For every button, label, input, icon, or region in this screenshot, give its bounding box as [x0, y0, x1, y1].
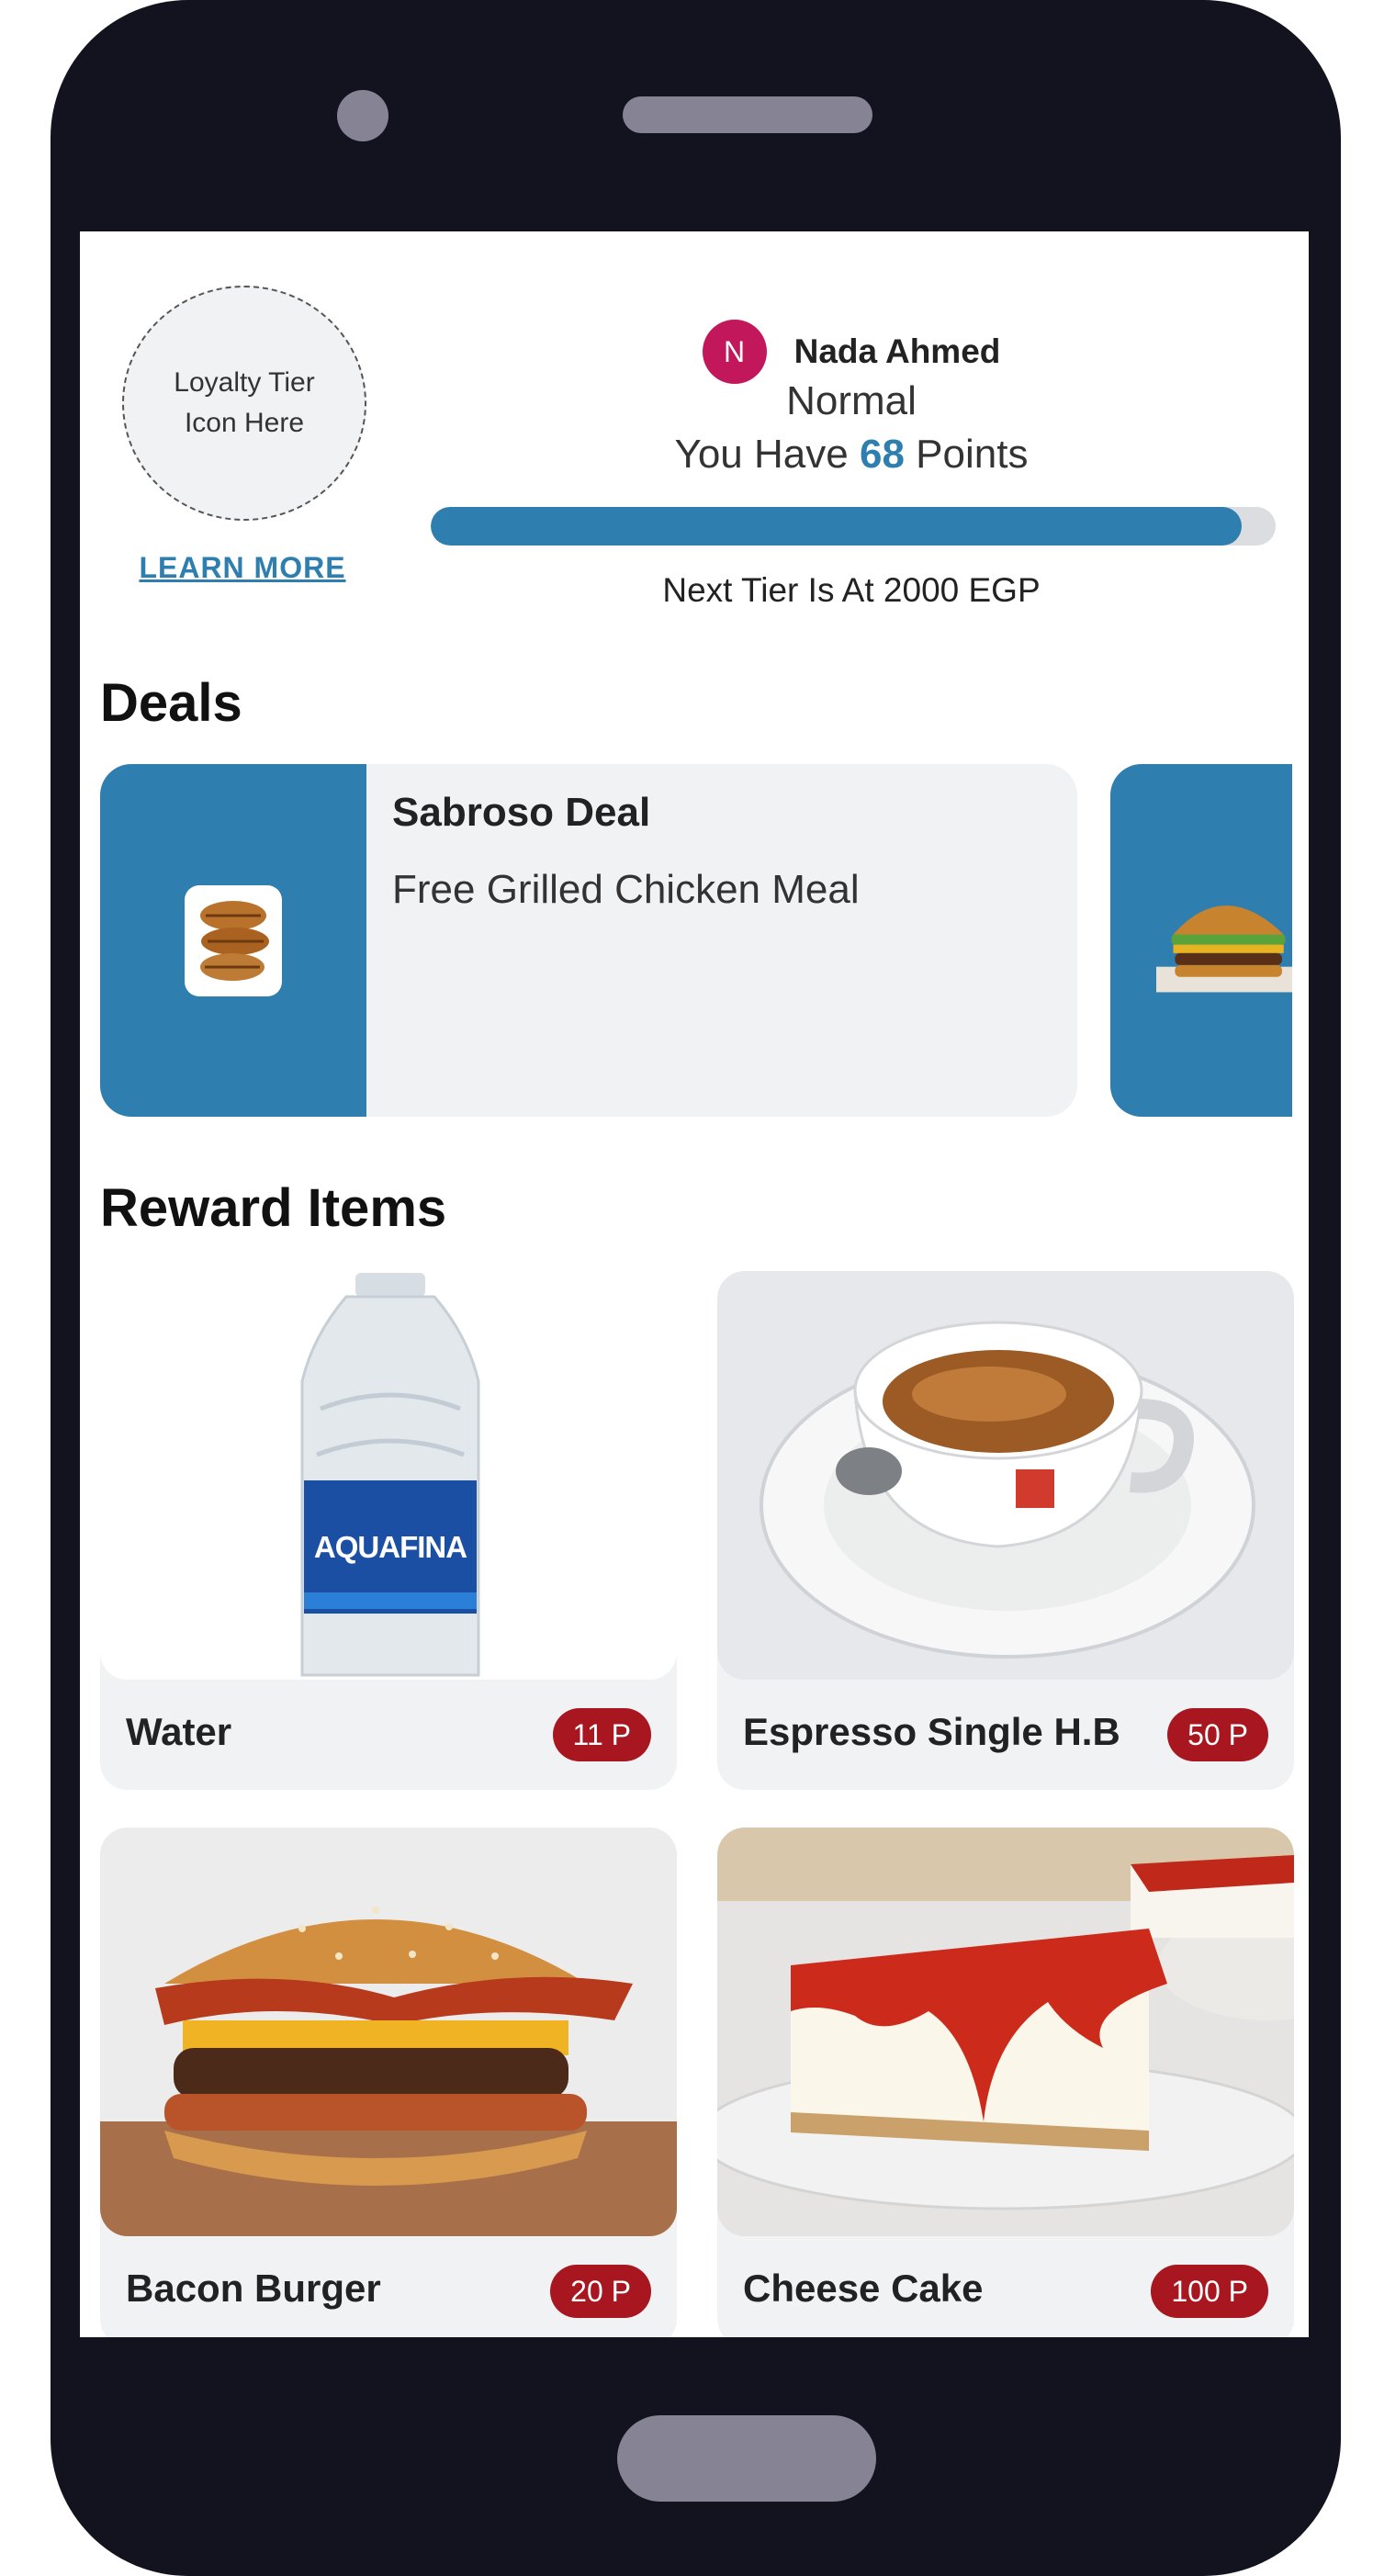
- points-summary: You Have 68 Points: [429, 432, 1274, 478]
- tier-icon-placeholder-text: Loyalty Tier Icon Here: [174, 367, 315, 438]
- bottle-label: AQUAFINA: [313, 1530, 467, 1564]
- burger-image: [1110, 764, 1292, 1117]
- reward-item-name: Bacon Burger: [126, 2267, 381, 2310]
- reward-item-espresso[interactable]: Espresso Single H.B 50 P: [717, 1271, 1294, 1790]
- deal-title: Sabroso Deal: [392, 790, 651, 835]
- reward-item-water[interactable]: AQUAFINA Water 11 P: [100, 1271, 677, 1790]
- bacon-burger-icon: [100, 1828, 677, 2236]
- deals-title: Deals: [100, 673, 242, 733]
- reward-item-price: 20 P: [550, 2265, 651, 2318]
- points-suffix: Points: [916, 432, 1029, 477]
- app-screen: Loyalty Tier Icon Here LEARN MORE N Nada…: [80, 231, 1309, 2337]
- corner-mark-left: [59, 46, 72, 59]
- tier-progress-bar: [431, 507, 1276, 546]
- camera-icon: [337, 90, 388, 141]
- reward-item-bacon-burger[interactable]: Bacon Burger 20 P: [100, 1828, 677, 2337]
- water-bottle-icon: [300, 1273, 480, 1677]
- points-prefix: You Have: [674, 432, 849, 477]
- grilled-chicken-icon: [185, 884, 282, 996]
- espresso-cup-image: [717, 1271, 1294, 1680]
- user-name: Nada Ahmed: [793, 332, 1001, 370]
- home-button[interactable]: [617, 2415, 876, 2502]
- loyalty-tier-icon-placeholder: Loyalty Tier Icon Here: [122, 286, 366, 521]
- next-tier-text: Next Tier Is At 2000 EGP: [662, 571, 1041, 609]
- speaker-icon: [623, 96, 872, 133]
- points-value: 68: [859, 432, 905, 477]
- grilled-chicken-image: [100, 764, 366, 1117]
- bacon-burger-image: [100, 1828, 677, 2236]
- tier-progress-fill: [431, 507, 1243, 546]
- reward-item-cheese-cake[interactable]: Cheese Cake 100 P: [717, 1828, 1294, 2337]
- cheesecake-image: [717, 1828, 1294, 2236]
- reward-item-name: Cheese Cake: [743, 2267, 984, 2310]
- reward-item-price: 50 P: [1167, 1708, 1268, 1761]
- deal-description: Free Grilled Chicken Meal: [392, 867, 860, 912]
- reward-item-price: 11 P: [552, 1708, 651, 1761]
- reward-items-title: Reward Items: [100, 1178, 447, 1238]
- espresso-cup-icon: [760, 1321, 1255, 1659]
- reward-item-name: Espresso Single H.B: [743, 1710, 1120, 1753]
- deal-card-next[interactable]: [1110, 764, 1292, 1117]
- avatar[interactable]: N: [702, 320, 767, 384]
- reward-item-price: 100 P: [1151, 2265, 1268, 2318]
- deal-card[interactable]: Sabroso Deal Free Grilled Chicken Meal: [100, 764, 1077, 1117]
- user-row: N Nada Ahmed: [429, 320, 1274, 384]
- corner-mark-right: [1317, 46, 1330, 59]
- learn-more-link[interactable]: LEARN MORE: [107, 551, 377, 585]
- tier-name: Normal: [786, 378, 917, 423]
- burger-icon: [1156, 906, 1292, 993]
- water-bottle-image: AQUAFINA: [100, 1271, 677, 1680]
- reward-item-name: Water: [126, 1710, 232, 1753]
- cheesecake-icon: [717, 1828, 1294, 2210]
